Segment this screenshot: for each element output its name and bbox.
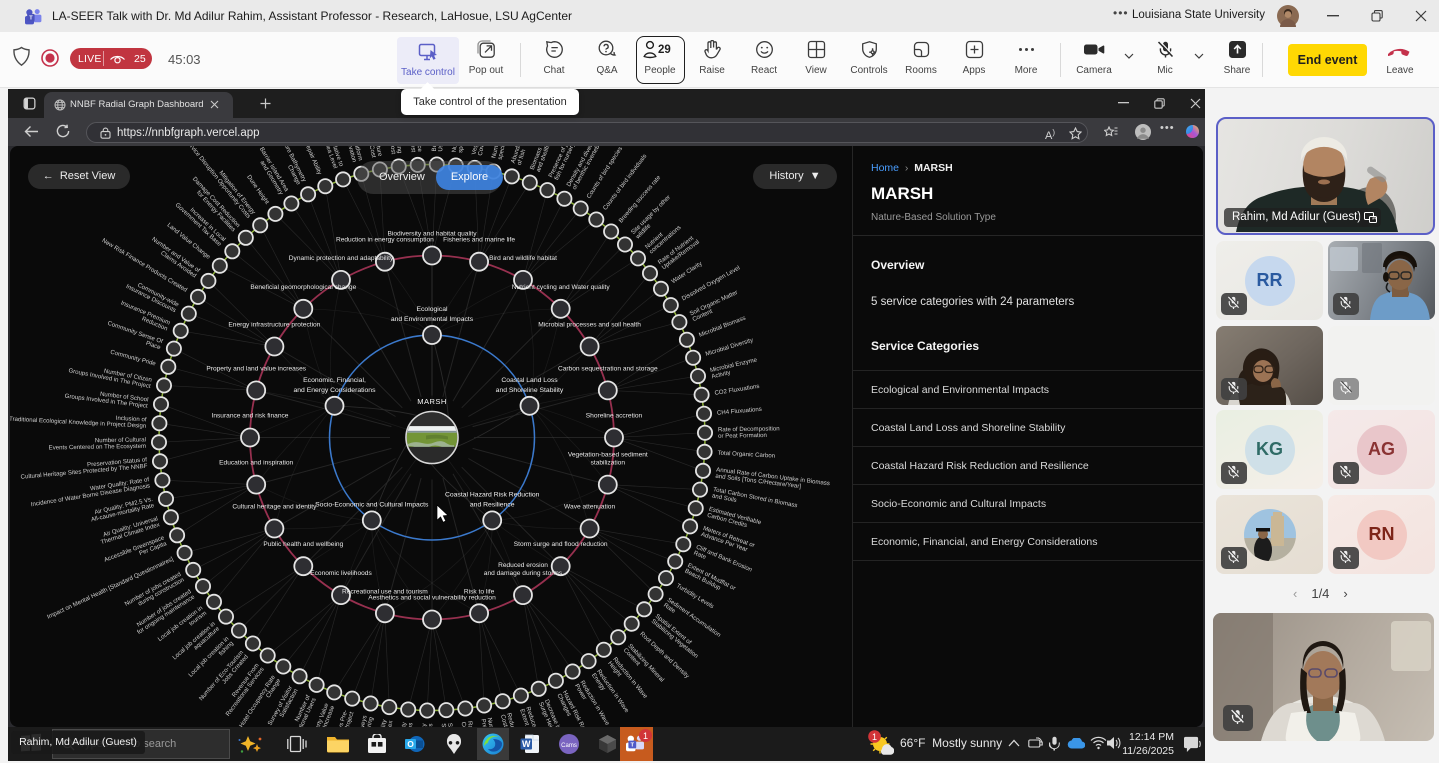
svg-text:Building EnergyUse: Building EnergyUse	[431, 146, 445, 152]
svg-text:and Resilience: and Resilience	[470, 501, 515, 508]
svg-text:Recreational use and tourism: Recreational use and tourism	[342, 588, 428, 595]
svg-text:Number of fishspecies: Number of fishspecies	[490, 146, 512, 160]
svg-text:Number of DeathsPrevented: Number of DeathsPrevented	[479, 717, 502, 727]
svg-text:Public health and wellbeing: Public health and wellbeing	[263, 541, 343, 548]
svg-text:and Shoreline Stability: and Shoreline Stability	[496, 387, 564, 394]
svg-text:Community Pride: Community Pride	[109, 349, 157, 368]
svg-text:and Energy Considerations: and Energy Considerations	[294, 387, 377, 394]
svg-text:Bird and wildlife habitat: Bird and wildlife habitat	[489, 255, 557, 262]
svg-text:Fisheries and marine life: Fisheries and marine life	[443, 237, 515, 244]
svg-text:W: W	[522, 739, 531, 749]
svg-text:1: 1	[643, 731, 648, 741]
svg-text:Coastal Land Loss: Coastal Land Loss	[501, 377, 558, 384]
svg-text:Microbial Biomass: Microbial Biomass	[698, 315, 747, 339]
svg-text:Education and inspiration: Education and inspiration	[219, 460, 293, 467]
svg-text:T: T	[29, 16, 33, 22]
svg-text:Number of CulturalEvents Cente: Number of CulturalEvents Centered on The…	[48, 436, 146, 451]
svg-text:Water Clarity: Water Clarity	[670, 260, 704, 285]
svg-text:Cultural heritage and identity: Cultural heritage and identity	[232, 504, 317, 511]
svg-text:Carbon sequestration and stora: Carbon sequestration and storage	[558, 365, 658, 372]
svg-text:Shoreline accretion: Shoreline accretion	[586, 413, 643, 420]
svg-text:Reduced erosion: Reduced erosion	[498, 562, 548, 569]
svg-text:Energy infrastructure protecti: Energy infrastructure protection	[228, 322, 320, 329]
svg-text:Social VulnerabilityIndex: Social VulnerabilityIndex	[373, 718, 394, 727]
svg-text:Coastal Hazard Risk Reduction: Coastal Hazard Risk Reduction	[445, 492, 540, 499]
svg-text:Economic livelihoods: Economic livelihoods	[310, 570, 372, 577]
svg-text:Microbial processes and soil h: Microbial processes and soil health	[538, 322, 641, 329]
svg-text:Cams: Cams	[561, 743, 577, 749]
svg-text:Storm surge and flood reductio: Storm surge and flood reduction	[514, 541, 608, 548]
svg-text:Reduced MaintenanceCost: Reduced MaintenanceCost	[407, 146, 424, 153]
svg-text:CO2 Fluxuations: CO2 Fluxuations	[714, 383, 760, 397]
svg-text:Microbial EnzymeActivity: Microbial EnzymeActivity	[709, 356, 759, 380]
svg-text:Socio-Economic and Cultural Im: Socio-Economic and Cultural Impacts	[315, 501, 429, 508]
svg-text:Wave attenuation: Wave attenuation	[564, 504, 615, 511]
svg-text:and Environmental Impacts: and Environmental Impacts	[391, 316, 474, 323]
svg-text:Number of plantspecies: Number of plantspecies	[451, 146, 468, 153]
svg-text:Total Organic Carbon: Total Organic Carbon	[717, 450, 775, 460]
svg-text:Ecological: Ecological	[417, 306, 448, 313]
svg-text:29: 29	[658, 44, 671, 56]
svg-text:Rate of Decompositionor Peat F: Rate of Decompositionor Peat Formation	[718, 425, 780, 439]
svg-text:Inclusion ofTraditional Ecolog: Inclusion ofTraditional Ecological Knowl…	[10, 409, 147, 430]
svg-text:CH4 Fluxuations: CH4 Fluxuations	[717, 406, 762, 417]
svg-text:Number of SchoolGroups Involve: Number of SchoolGroups Involved in The P…	[64, 386, 149, 410]
svg-text:T: T	[631, 743, 635, 749]
svg-text:O: O	[407, 739, 414, 749]
svg-text:Aesthetics and social vulnerab: Aesthetics and social vulnerability redu…	[368, 595, 496, 602]
svg-text:Property and land value increa: Property and land value increases	[206, 365, 306, 372]
svg-text:Preservation Status ofCultural: Preservation Status ofCultural Heritage …	[20, 456, 148, 480]
svg-text:MARSH: MARSH	[417, 397, 446, 406]
svg-text:Energy SavingCost: Energy SavingCost	[385, 146, 403, 155]
svg-text:Vegetation-based sediment: Vegetation-based sediment	[568, 451, 648, 458]
svg-text:Dynamic protection and adaptab: Dynamic protection and adaptability	[289, 255, 394, 262]
svg-text:Number of CitizenGroups Involv: Number of CitizenGroups Involved in The …	[68, 361, 153, 390]
svg-text:Reduction in energy consumptio: Reduction in energy consumption	[336, 237, 434, 244]
svg-text:stabilization: stabilization	[591, 460, 626, 467]
svg-text:Beneficial geomorphological ch: Beneficial geomorphological change	[250, 284, 356, 291]
svg-text:Economic, Financial,: Economic, Financial,	[303, 377, 366, 384]
svg-text:Vegetation PercentCover: Vegetation PercentCover	[471, 146, 492, 156]
svg-text:Nutrient cycling and Water qua: Nutrient cycling and Water quality	[512, 284, 611, 291]
svg-text:and damage during storms: and damage during storms	[484, 570, 563, 577]
svg-text:1: 1	[872, 732, 877, 742]
svg-text:Microbial Diversity: Microbial Diversity	[705, 336, 755, 357]
svg-text:Insurance and risk finance: Insurance and risk finance	[212, 413, 289, 420]
